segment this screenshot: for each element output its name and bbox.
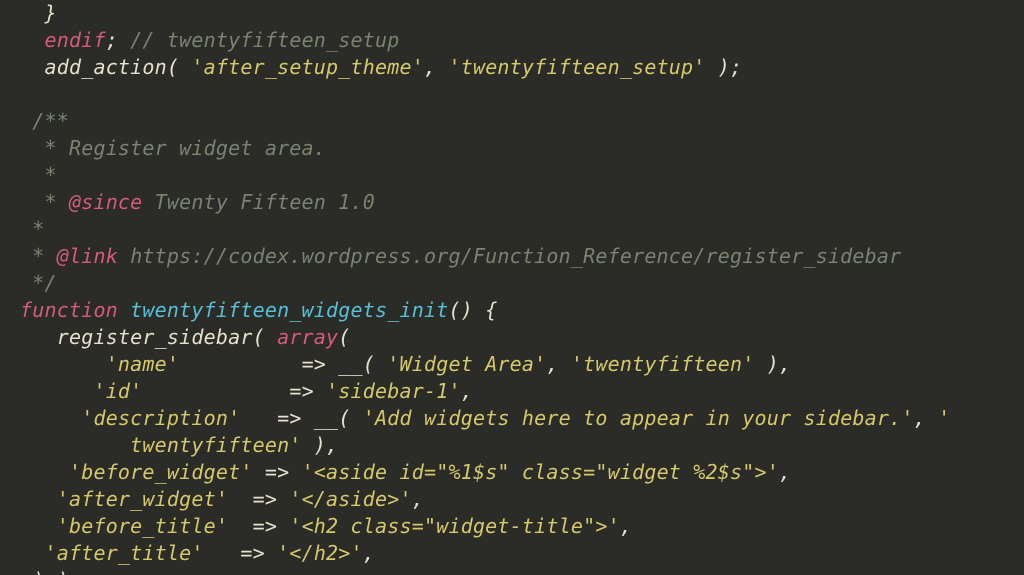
code-line: 'before_widget' => '<aside id="%1$s" cla… (20, 460, 791, 484)
comment-line: * (20, 217, 45, 241)
code-line: ) ); (20, 568, 81, 575)
code-line: add_action( 'after_setup_theme', 'twenty… (20, 55, 742, 79)
code-line: } (20, 1, 57, 25)
comment-line: * @since Twenty Fifteen 1.0 (20, 190, 375, 214)
code-line: 'before_title' => '<h2 class="widget-tit… (20, 514, 632, 538)
comment-line: * Register widget area. (20, 136, 326, 160)
comment-line: * @link https://codex.wordpress.org/Func… (20, 244, 901, 268)
code-line: twentyfifteen' ), (20, 433, 338, 457)
code-line: function twentyfifteen_widgets_init() { (20, 298, 497, 322)
blank-line (20, 82, 32, 106)
comment-line: * (20, 163, 57, 187)
code-line: register_sidebar( array( (20, 325, 351, 349)
code-line: endif; // twentyfifteen_setup (20, 28, 400, 52)
code-line: 'after_widget' => '</aside>', (20, 487, 424, 511)
code-line: 'name' => __( 'Widget Area', 'twentyfift… (20, 352, 791, 376)
comment-line: */ (20, 271, 57, 295)
code-line: 'after_title' => '</h2>', (20, 541, 375, 565)
code-line: 'id' => 'sidebar-1', (20, 379, 473, 403)
comment-line: /** (20, 109, 69, 133)
code-line: 'description' => __( 'Add widgets here t… (20, 406, 950, 430)
code-editor[interactable]: } endif; // twentyfifteen_setup add_acti… (0, 0, 1024, 575)
